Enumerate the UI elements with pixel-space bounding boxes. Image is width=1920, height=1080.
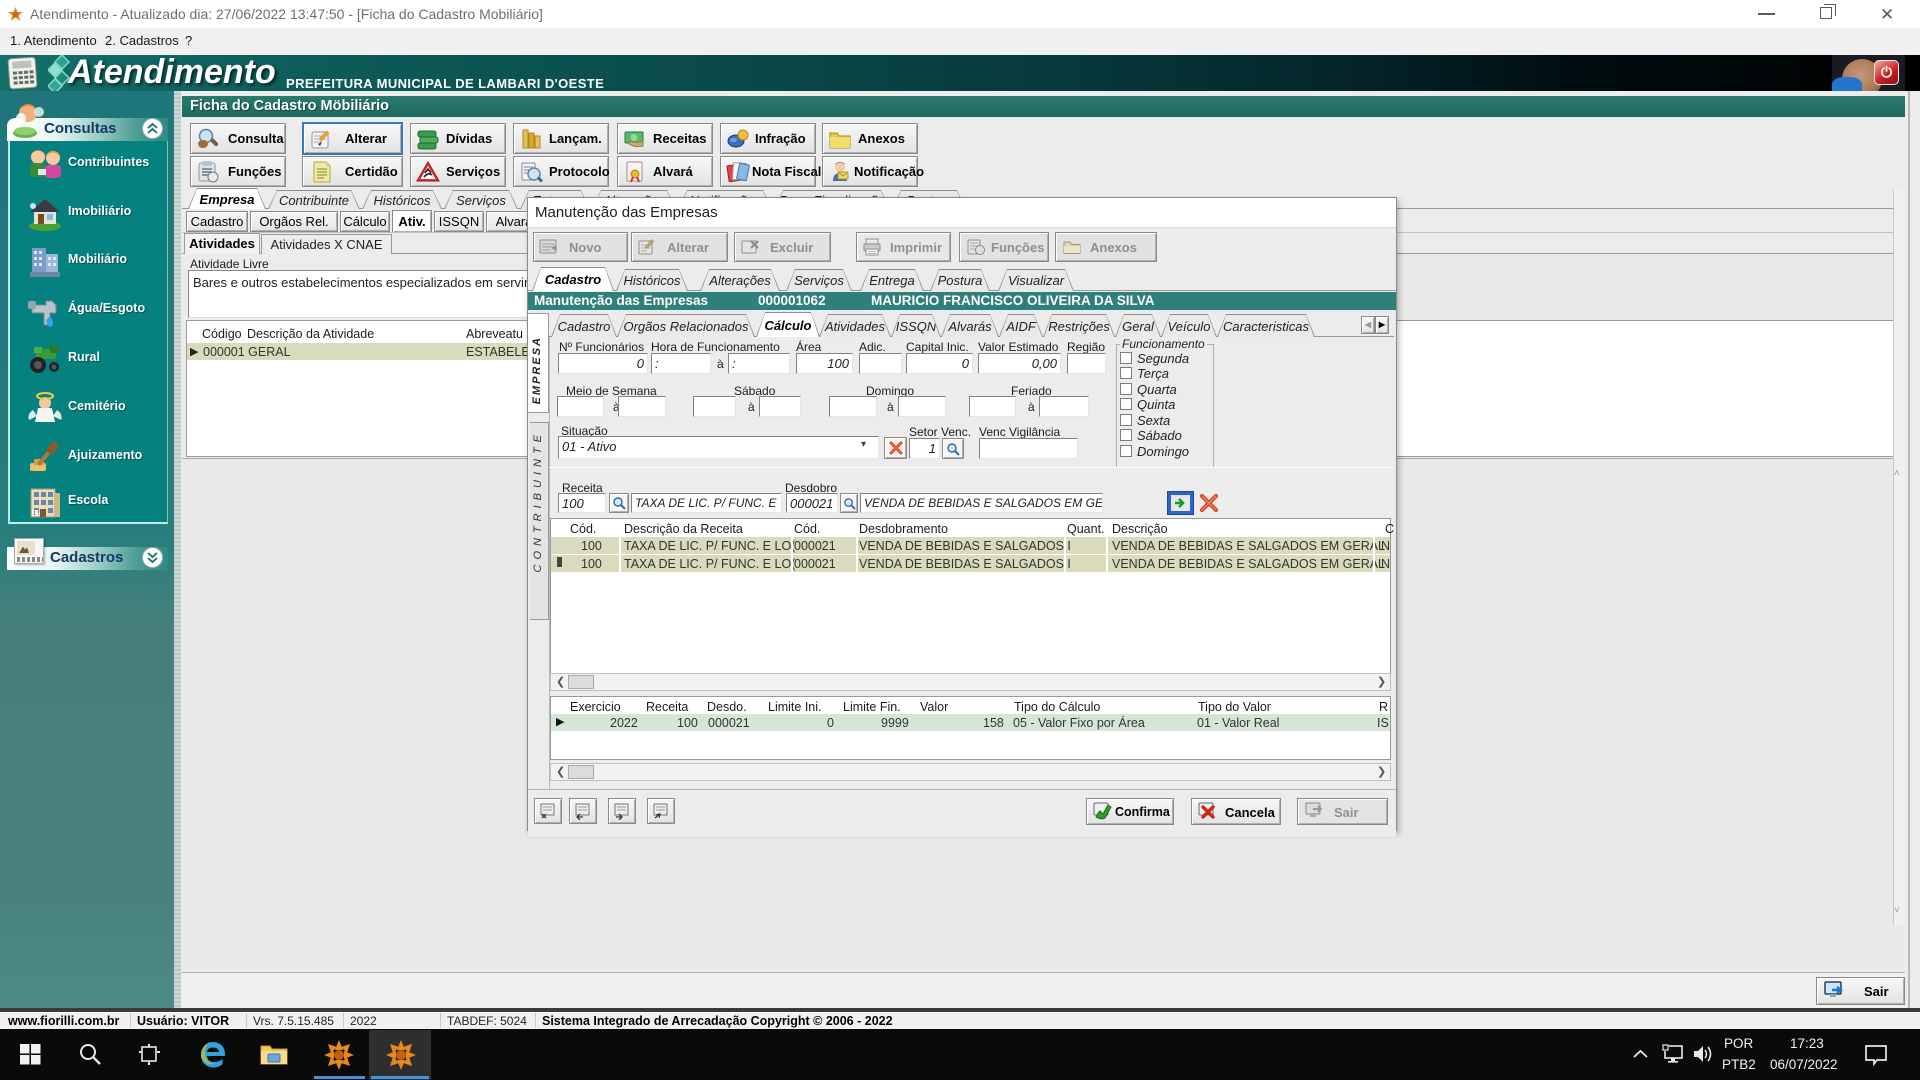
svg-text:1: 1 [33, 511, 36, 517]
